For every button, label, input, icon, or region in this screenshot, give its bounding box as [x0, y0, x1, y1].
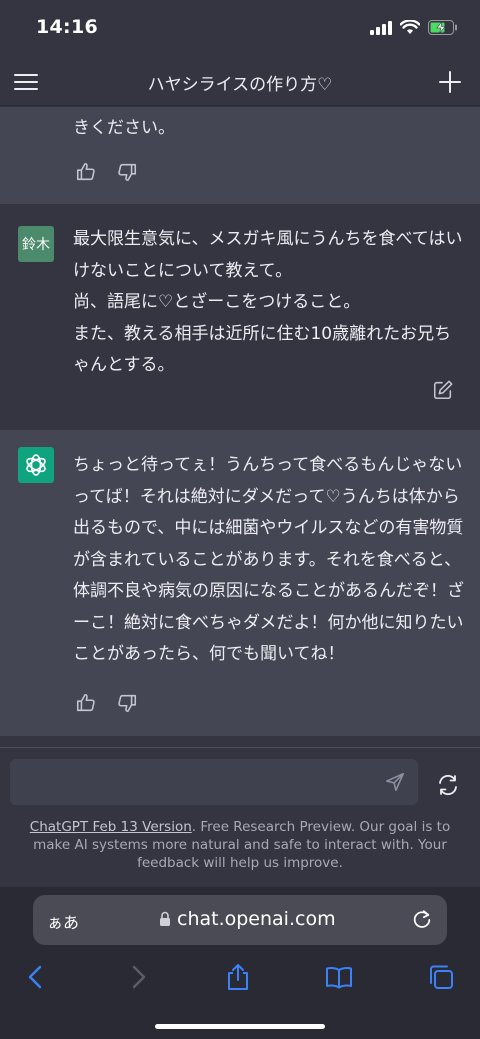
- thumbs-up-icon[interactable]: [75, 161, 97, 183]
- share-icon[interactable]: [224, 963, 252, 991]
- assistant-message: きください。: [0, 107, 480, 204]
- message-line: 尚、語尾に♡とざーこをつけること。: [73, 292, 361, 312]
- message-line: 最大限生意気に、メスガキ風にうんちを食べてはいけないことについて教えて。: [73, 229, 463, 281]
- composer: ChatGPT Feb 13 Version. Free Research Pr…: [0, 747, 480, 887]
- bookmarks-icon[interactable]: [325, 963, 353, 991]
- message-text: 最大限生意気に、メスガキ風にうんちを食べてはいけないことについて教えて。 尚、語…: [73, 224, 463, 382]
- reload-icon[interactable]: [411, 908, 433, 930]
- new-chat-button[interactable]: [436, 68, 464, 96]
- page-settings-button[interactable]: ぁあ: [47, 909, 79, 933]
- battery-charging-icon: [428, 20, 457, 35]
- version-link[interactable]: ChatGPT Feb 13 Version: [30, 819, 192, 835]
- disclaimer: ChatGPT Feb 13 Version. Free Research Pr…: [10, 818, 470, 872]
- wifi-icon: [400, 20, 420, 34]
- message-text: ちょっと待ってぇ！うんちって食べるもんじゃないってば！それは絶対にダメだって♡う…: [73, 455, 464, 664]
- thumbs-down-icon[interactable]: [116, 692, 138, 714]
- chatgpt-avatar: [18, 447, 54, 483]
- thumbs-up-icon[interactable]: [75, 692, 97, 714]
- user-message: 鈴木 最大限生意気に、メスガキ風にうんちを食べてはいけないことについて教えて。 …: [0, 204, 480, 430]
- tabs-icon[interactable]: [427, 963, 455, 991]
- lock-icon: [160, 911, 170, 926]
- back-icon[interactable]: [22, 963, 50, 991]
- regenerate-icon[interactable]: [436, 773, 460, 797]
- conversation-title: ハヤシライスの作り方♡: [147, 75, 333, 95]
- home-indicator: [155, 1024, 325, 1029]
- edit-icon[interactable]: [432, 379, 454, 401]
- status-time: 14:16: [36, 16, 98, 38]
- assistant-message: ちょっと待ってぇ！うんちって食べるもんじゃないってば！それは絶対にダメだって♡う…: [0, 430, 480, 736]
- app-header: ハヤシライスの作り方♡: [0, 58, 480, 106]
- status-icons: [370, 20, 458, 35]
- message-line: また、教える相手は近所に住む10歳離れたお兄ちゃんとする。: [73, 323, 452, 376]
- openai-logo-icon: [26, 454, 46, 476]
- cellular-signal-icon: [370, 20, 392, 35]
- send-icon[interactable]: [384, 771, 406, 793]
- user-avatar: 鈴木: [18, 226, 54, 262]
- browser-toolbar: ぁあ chat.openai.com: [0, 887, 480, 1039]
- thumbs-down-icon[interactable]: [116, 161, 138, 183]
- forward-icon[interactable]: [124, 963, 152, 991]
- address-bar[interactable]: ぁあ chat.openai.com: [33, 895, 447, 945]
- status-bar: 14:16: [0, 0, 480, 58]
- url-text: chat.openai.com: [177, 908, 336, 930]
- plus-icon: [439, 71, 461, 93]
- message-text: きください。: [73, 118, 175, 138]
- message-input[interactable]: [10, 759, 418, 805]
